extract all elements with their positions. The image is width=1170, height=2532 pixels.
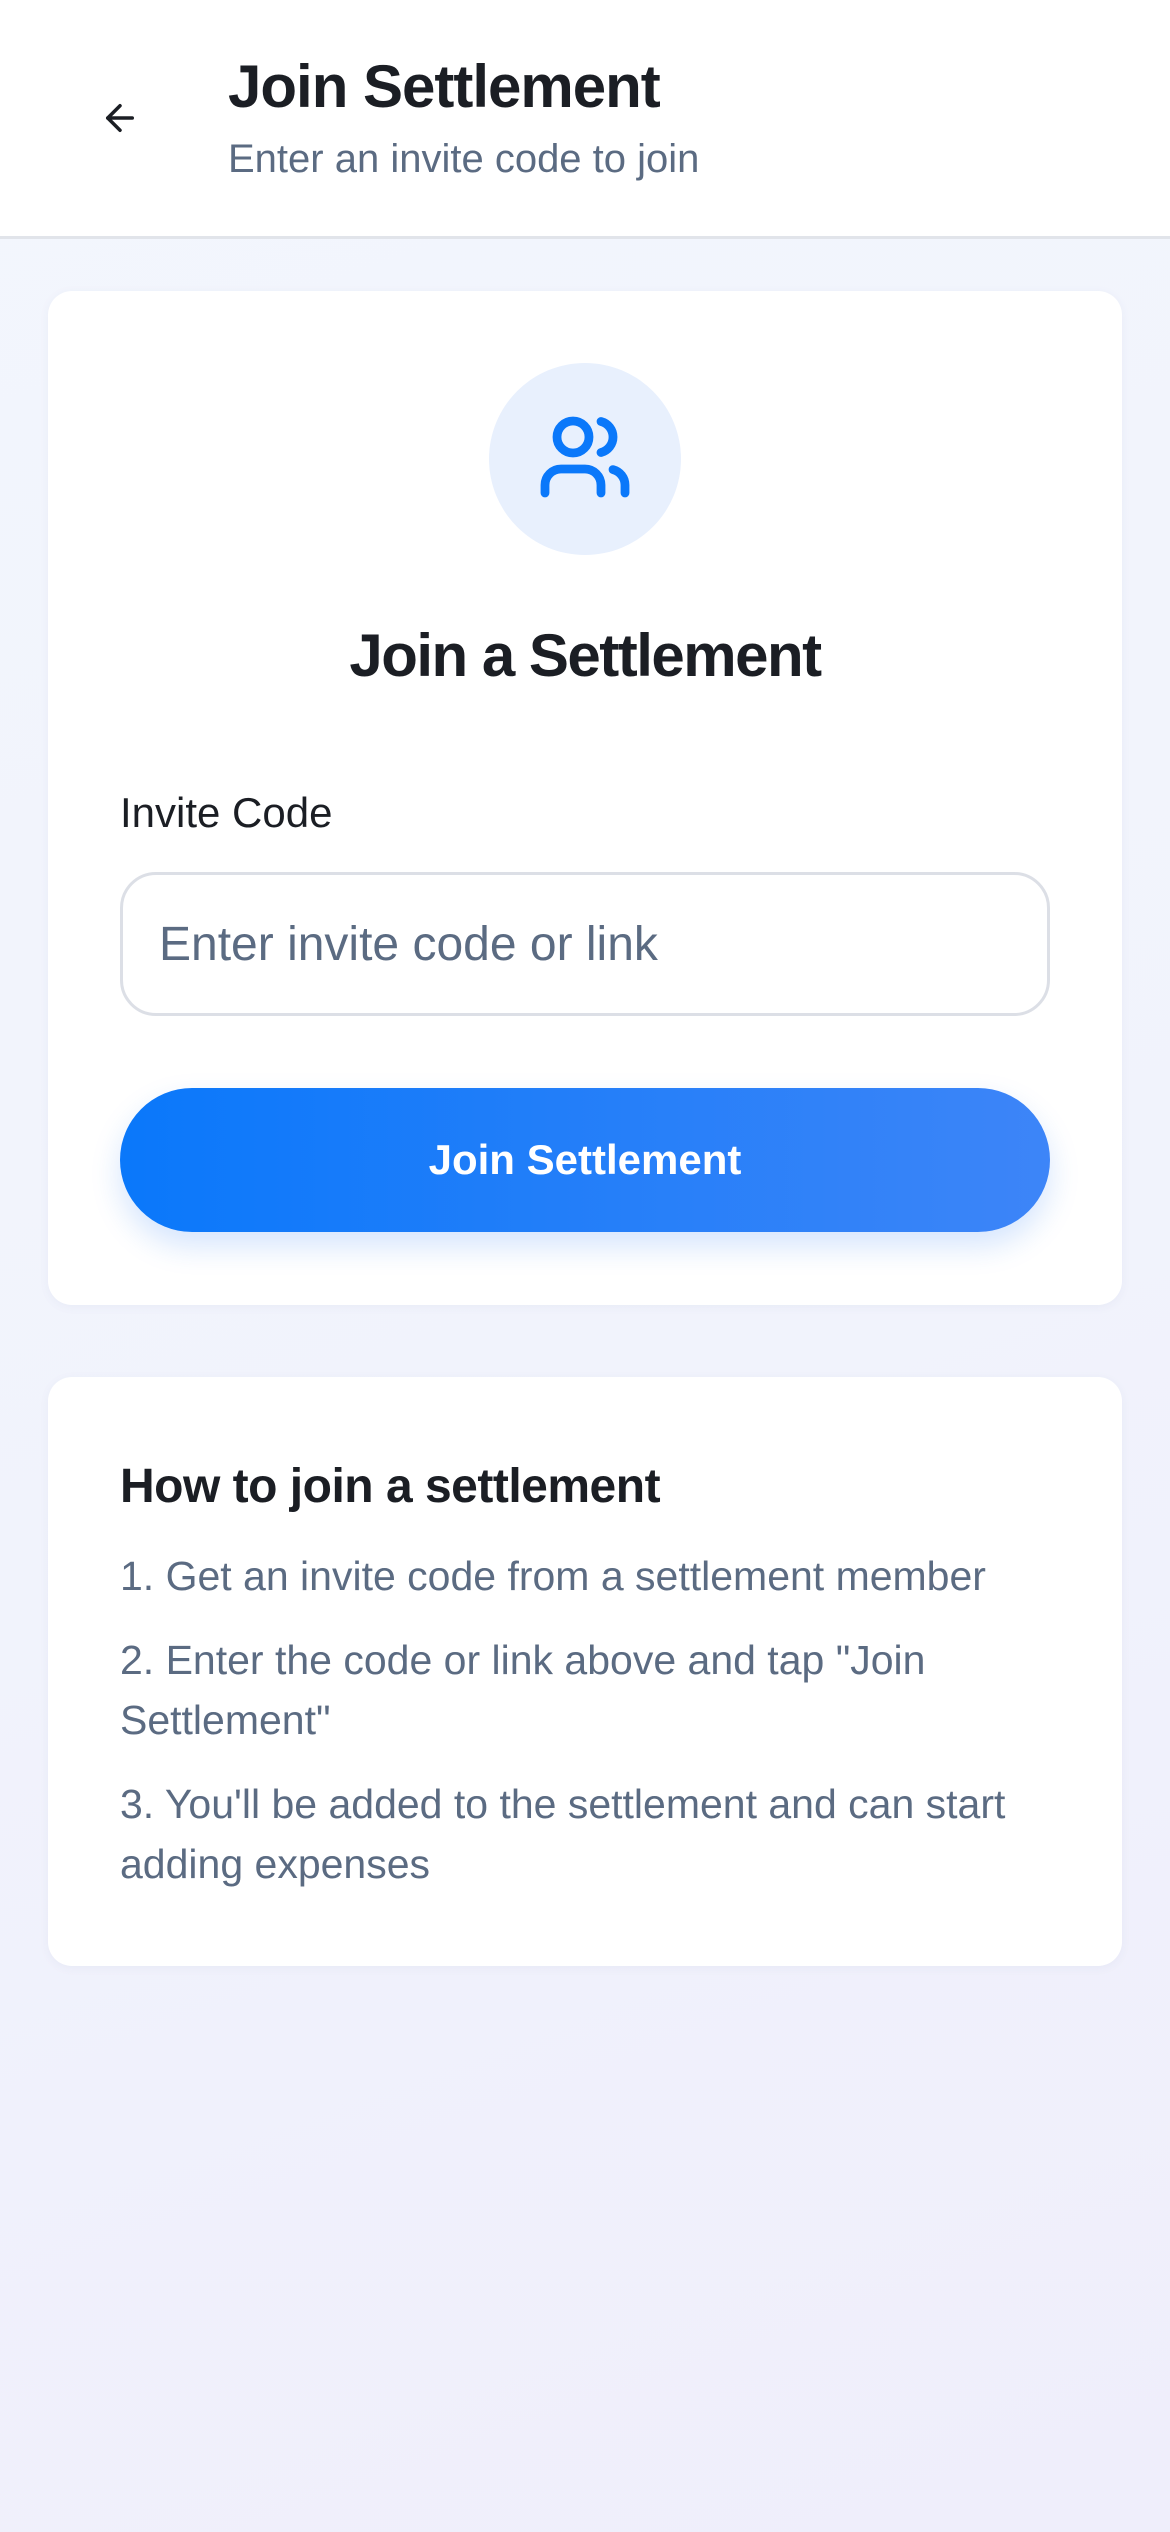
join-settlement-button[interactable]: Join Settlement	[120, 1088, 1050, 1232]
users-icon-badge	[489, 363, 681, 555]
arrow-left-icon	[99, 97, 141, 144]
invite-code-label: Invite Code	[120, 789, 333, 836]
howto-title: How to join a settlement	[120, 1460, 661, 1513]
invite-code-input[interactable]	[120, 872, 1050, 1016]
howto-step: 1. Get an invite code from a settlement …	[120, 1553, 986, 1599]
back-button[interactable]	[80, 80, 160, 160]
join-card: Join a Settlement Invite Code Join Settl…	[48, 291, 1122, 1305]
users-icon	[537, 409, 633, 510]
page-title: Join Settlement	[228, 53, 661, 120]
howto-step: 2. Enter the code or link above and tap …	[120, 1637, 926, 1743]
join-card-title: Join a Settlement	[349, 622, 822, 689]
howto-steps: 1. Get an invite code from a settlement …	[120, 1546, 1070, 1918]
app-header: Join Settlement Enter an invite code to …	[0, 0, 1170, 239]
page-subtitle: Enter an invite code to join	[228, 137, 700, 181]
howto-step: 3. You'll be added to the settlement and…	[120, 1781, 1006, 1887]
howto-card: How to join a settlement 1. Get an invit…	[48, 1377, 1122, 1966]
